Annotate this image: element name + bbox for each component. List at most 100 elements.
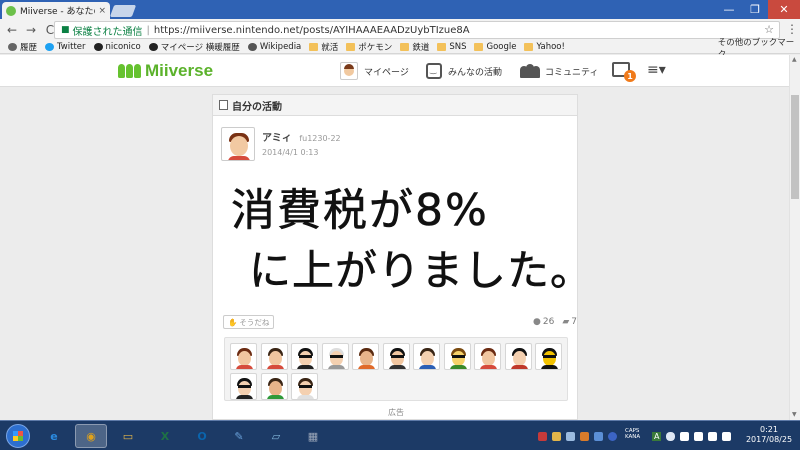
miiverse-logo-icon — [118, 64, 142, 78]
yeah-user-avatar[interactable] — [260, 343, 288, 370]
cloud-icon[interactable] — [666, 431, 676, 441]
ime-kana: KANA — [625, 434, 641, 440]
back-button[interactable]: ← — [5, 22, 19, 38]
windows-taskbar: CAPS KANA A 0:21 2017/08/25 e ◉ ▭ X O ✎ ▱ ▦ — [0, 420, 800, 450]
mii-shirt — [236, 395, 253, 399]
start-button[interactable] — [6, 424, 30, 448]
bookmark-item[interactable]: 履歴 — [8, 41, 37, 53]
chrome-icon[interactable]: ◉ — [75, 424, 107, 448]
bookmark-item[interactable]: niconico — [93, 42, 141, 52]
volume-icon[interactable] — [708, 431, 718, 441]
outlook-icon[interactable]: O — [186, 424, 218, 448]
mii-face — [451, 351, 465, 366]
paint-icon[interactable]: ✎ — [223, 424, 255, 448]
window-maximize-button[interactable]: ❐ — [742, 0, 768, 19]
bookmark-label: 就活 — [321, 43, 339, 53]
bookmark-item[interactable]: Wikipedia — [247, 42, 302, 52]
notes-icon[interactable]: ▱ — [260, 424, 292, 448]
scroll-down-icon[interactable]: ▼ — [792, 411, 797, 418]
yeah-user-avatar[interactable] — [291, 373, 318, 400]
security-label: 保護された通信 — [72, 26, 143, 38]
action-center-icon[interactable] — [680, 431, 690, 441]
community-people-icon — [520, 64, 540, 78]
miiverse-favicon-icon — [6, 5, 16, 16]
yeah-user-avatar[interactable] — [443, 343, 471, 370]
mii-face — [299, 381, 312, 396]
yeah-count[interactable]: ● 26 — [533, 317, 554, 327]
window-minimize-button[interactable]: — — [716, 0, 742, 19]
new-tab-button[interactable] — [109, 5, 137, 17]
author-name[interactable]: アミィ — [262, 133, 292, 144]
window-close-button[interactable]: ✕ — [768, 0, 800, 19]
bookmark-item[interactable]: Twitter — [45, 42, 86, 52]
network-icon[interactable] — [694, 431, 704, 441]
post-timestamp: 2014/4/1 0:13 — [262, 148, 319, 157]
bookmark-label: SNS — [449, 42, 467, 52]
yeah-user-avatar[interactable] — [352, 343, 379, 370]
yeah-user-avatar[interactable] — [260, 373, 288, 400]
forward-button[interactable]: → — [24, 22, 38, 38]
yeah-button[interactable]: ✋ そうだね — [223, 315, 275, 329]
nav-community[interactable]: コミュニティ — [520, 59, 598, 83]
tray-app-icon[interactable] — [594, 431, 603, 441]
bookmark-item[interactable]: 就活 — [309, 41, 338, 53]
bookmark-item[interactable]: Google — [474, 42, 516, 52]
niconico-icon — [93, 43, 103, 51]
scroll-up-icon[interactable]: ▲ — [792, 56, 797, 63]
yeah-user-avatar[interactable] — [535, 343, 562, 370]
yeah-user-avatar[interactable] — [321, 343, 349, 370]
drawing-line-2: に上がりました。 — [249, 246, 567, 295]
file-explorer-icon[interactable]: ▭ — [112, 424, 144, 448]
internet-explorer-icon[interactable]: e — [38, 424, 70, 448]
miiverse-logo-text: Miiverse — [145, 61, 214, 80]
yeah-user-avatar[interactable] — [382, 343, 410, 370]
calculator-icon[interactable]: ▦ — [297, 424, 329, 448]
yeah-button-label: そうだね — [239, 317, 270, 327]
tray-app-icon[interactable] — [580, 431, 589, 441]
notification-badge: 1 — [624, 70, 636, 82]
bookmark-label: Wikipedia — [259, 42, 302, 52]
taskbar-clock[interactable]: 0:21 2017/08/25 — [740, 425, 798, 445]
tray-app-icon[interactable] — [566, 431, 575, 441]
mii-face — [512, 351, 526, 366]
bookmark-item[interactable]: Yahoo! — [524, 42, 565, 52]
nav-activity[interactable]: みんなの活動 — [426, 59, 502, 83]
keyboard-icon[interactable] — [722, 431, 732, 441]
ad-label: 広告 — [388, 408, 404, 417]
bookmark-star-icon[interactable]: ☆ — [764, 23, 774, 36]
page-scrollbar[interactable]: ▲ ▼ — [789, 55, 800, 420]
bookmark-item[interactable]: マイページ 横暖履歴 — [148, 41, 240, 53]
comment-count[interactable]: ▰ 7 — [562, 317, 577, 327]
mii-face — [238, 381, 251, 396]
mii-face — [329, 351, 343, 366]
scrollbar-thumb[interactable] — [791, 95, 799, 199]
tray-app-icon[interactable] — [552, 431, 561, 441]
bookmark-label: niconico — [105, 42, 141, 52]
nav-mypage[interactable]: マイページ — [340, 59, 409, 83]
mii-face — [390, 351, 404, 366]
help-icon[interactable] — [608, 431, 617, 441]
excel-icon[interactable]: X — [149, 424, 181, 448]
ime-indicator[interactable]: CAPS KANA — [625, 428, 640, 440]
yeah-user-avatar[interactable] — [230, 343, 257, 370]
yeah-user-avatar[interactable] — [291, 343, 318, 370]
mii-shirt — [266, 365, 284, 369]
url-text[interactable]: https://miiverse.nintendo.net/posts/AYIH… — [154, 25, 470, 36]
yeah-user-avatar[interactable] — [504, 343, 532, 370]
menu-icon[interactable]: ≡▾ — [647, 63, 666, 77]
yeah-user-avatar[interactable] — [474, 343, 501, 370]
other-bookmarks[interactable]: その他のブックマーク — [706, 38, 800, 60]
browser-tab[interactable]: Miiverse - あなたの投稿 × — [2, 2, 110, 19]
tray-app-icon[interactable] — [538, 431, 547, 441]
miiverse-logo[interactable]: Miiverse — [118, 61, 213, 81]
address-bar[interactable]: ■ 保護された通信 | https://miiverse.nintendo.ne… — [54, 21, 780, 39]
tab-close-icon[interactable]: × — [98, 6, 106, 16]
bookmark-item[interactable]: 鉄道 — [400, 41, 429, 53]
yeah-user-avatar[interactable] — [230, 373, 257, 400]
author-avatar[interactable] — [221, 127, 255, 161]
bookmark-item[interactable]: SNS — [437, 42, 466, 52]
yeah-user-avatar[interactable] — [413, 343, 440, 370]
browser-menu-icon[interactable]: ⋮ — [786, 22, 798, 36]
bookmark-item[interactable]: ポケモン — [346, 41, 392, 53]
ime-mode[interactable]: A — [652, 431, 662, 441]
